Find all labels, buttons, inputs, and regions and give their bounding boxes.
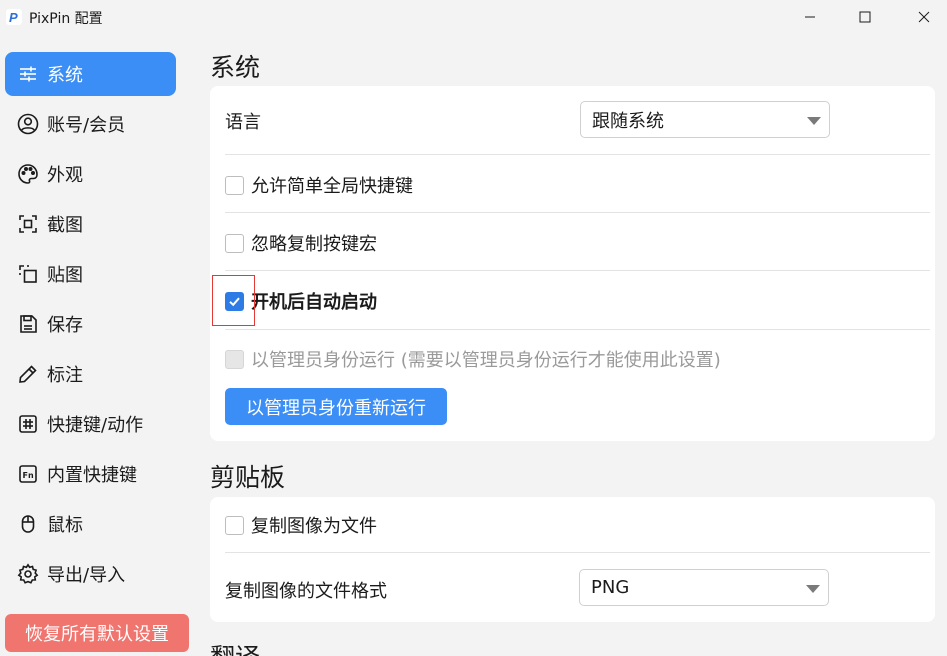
option-ignore-copy-macro: 忽略复制按键宏 — [225, 228, 941, 258]
sidebar-item-annotate[interactable]: 标注 — [5, 352, 176, 396]
pin-image-icon — [17, 263, 39, 285]
sidebar-item-save[interactable]: 保存 — [5, 302, 176, 346]
divider — [225, 329, 930, 330]
section-title-system: 系统 — [210, 53, 261, 82]
mouse-icon — [17, 513, 39, 535]
gear-icon — [17, 563, 39, 585]
sidebar-item-label: 系统 — [47, 65, 83, 86]
system-settings-card: 语言 跟随系统 允许简单全局快捷键 忽略复制按键宏 开机后自动启动 以管理员身份… — [210, 86, 935, 441]
option-label: 以管理员身份运行 (需要以管理员身份运行才能使用此设置) — [251, 350, 721, 371]
option-label: 开机后自动启动 — [251, 292, 377, 313]
copy-image-format-select[interactable]: PNG — [579, 569, 829, 606]
sidebar-item-screenshot[interactable]: 截图 — [5, 202, 176, 246]
section-title-translate: 翻译 — [210, 638, 260, 656]
palette-icon — [17, 163, 39, 185]
sidebar-item-label: 标注 — [47, 365, 83, 386]
restart-as-admin-button[interactable]: 以管理员身份重新运行 — [225, 388, 447, 425]
sidebar-item-label: 账号/会员 — [47, 115, 126, 136]
svg-text:Fn: Fn — [23, 471, 34, 480]
option-label: 复制图像为文件 — [251, 516, 377, 537]
option-autostart: 开机后自动启动 — [225, 286, 941, 316]
maximize-icon — [859, 11, 871, 23]
sidebar-item-appearance[interactable]: 外观 — [5, 152, 176, 196]
divider — [225, 270, 930, 271]
user-icon — [17, 113, 39, 135]
option-run-as-admin: 以管理员身份运行 (需要以管理员身份运行才能使用此设置) — [225, 344, 941, 374]
sidebar: 系统 账号/会员 外观 截图 贴图 保存 标注 快捷键/动作 Fn 内置快捷键 … — [0, 34, 189, 656]
option-simple-global-hotkey: 允许简单全局快捷键 — [225, 170, 941, 200]
divider — [225, 154, 930, 155]
language-label: 语言 — [225, 112, 261, 133]
highlight-annotation-box — [212, 275, 255, 326]
language-select[interactable]: 跟随系统 — [580, 101, 830, 138]
minimize-button[interactable] — [787, 0, 833, 34]
reset-all-defaults-button[interactable]: 恢复所有默认设置 — [5, 614, 189, 652]
chevron-down-icon — [806, 585, 820, 593]
divider — [225, 212, 930, 213]
sidebar-item-label: 鼠标 — [47, 515, 83, 536]
simple-global-hotkey-checkbox[interactable] — [225, 175, 244, 195]
option-copy-image-as-file: 复制图像为文件 — [225, 510, 941, 540]
sidebar-item-label: 保存 — [47, 315, 83, 336]
sidebar-item-mouse[interactable]: 鼠标 — [5, 502, 176, 546]
copy-image-as-file-checkbox[interactable] — [225, 515, 244, 535]
save-icon — [17, 313, 39, 335]
window-title: PixPin 配置 — [29, 11, 103, 27]
sidebar-item-system[interactable]: 系统 — [5, 52, 176, 96]
minimize-icon — [805, 16, 815, 18]
copy-image-format-value: PNG — [591, 577, 630, 598]
chevron-down-icon — [807, 117, 821, 125]
divider — [225, 552, 930, 553]
clipboard-settings-card: 复制图像为文件 复制图像的文件格式 PNG — [210, 497, 935, 622]
sidebar-item-builtin-hotkeys[interactable]: Fn 内置快捷键 — [5, 452, 176, 496]
sidebar-item-label: 外观 — [47, 165, 83, 186]
language-select-value: 跟随系统 — [592, 110, 664, 132]
sidebar-item-label: 贴图 — [47, 265, 83, 286]
sidebar-item-export-import[interactable]: 导出/导入 — [5, 552, 176, 596]
maximize-button[interactable] — [842, 0, 888, 34]
settings-content: 系统 语言 跟随系统 允许简单全局快捷键 忽略复制按键宏 开机后自动启动 以管理… — [189, 34, 947, 656]
title-bar: P PixPin 配置 — [0, 0, 947, 34]
sliders-icon — [17, 63, 39, 85]
sidebar-item-pin[interactable]: 贴图 — [5, 252, 176, 296]
screenshot-icon — [17, 213, 39, 235]
option-label: 允许简单全局快捷键 — [251, 176, 413, 197]
fn-key-icon: Fn — [17, 463, 39, 485]
hash-icon — [17, 413, 39, 435]
option-label: 忽略复制按键宏 — [251, 234, 377, 255]
pixpin-logo-icon: P — [6, 9, 22, 25]
sidebar-item-hotkeys[interactable]: 快捷键/动作 — [5, 402, 176, 446]
sidebar-item-label: 快捷键/动作 — [47, 415, 144, 436]
sidebar-item-account[interactable]: 账号/会员 — [5, 102, 176, 146]
close-button[interactable] — [901, 0, 947, 34]
run-as-admin-checkbox — [225, 349, 244, 369]
close-icon — [918, 11, 930, 23]
pencil-icon — [17, 363, 39, 385]
svg-text:P: P — [9, 10, 18, 25]
sidebar-item-label: 截图 — [47, 215, 83, 236]
ignore-copy-macro-checkbox[interactable] — [225, 233, 244, 253]
copy-image-format-label: 复制图像的文件格式 — [225, 581, 387, 602]
sidebar-item-label: 导出/导入 — [47, 565, 126, 586]
section-title-clipboard: 剪贴板 — [210, 463, 286, 492]
sidebar-item-label: 内置快捷键 — [47, 465, 137, 486]
